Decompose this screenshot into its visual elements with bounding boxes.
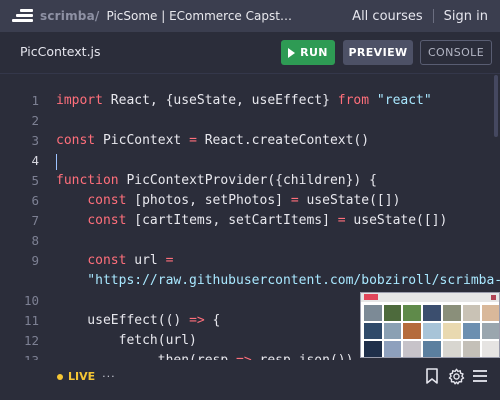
gear-icon[interactable] — [446, 366, 466, 386]
file-toolbar: PicContext.js RUN PREVIEW CONSOLE — [0, 32, 500, 74]
line-number: 12 — [23, 333, 39, 348]
line-number: 11 — [23, 313, 39, 328]
bottom-bar: LIVE ··· — [0, 360, 500, 400]
photo-grid — [364, 305, 499, 357]
editor-scrollbar[interactable] — [494, 75, 498, 137]
line-number: 1 — [31, 93, 39, 108]
brand-name: scrimba/ — [40, 9, 100, 23]
sign-in-link[interactable]: Sign in — [444, 9, 488, 24]
nav-divider — [432, 9, 434, 23]
line-number-active: 4 — [31, 153, 39, 168]
line-number: 5 — [31, 173, 39, 188]
line-number: 3 — [31, 133, 39, 148]
code-line: function PicContextProvider({children}) … — [56, 173, 377, 188]
code-line: const url = — [87, 253, 174, 268]
live-label: LIVE — [68, 370, 96, 383]
line-number: 7 — [31, 213, 39, 228]
play-icon — [288, 47, 296, 58]
line-number: 2 — [31, 113, 39, 128]
more-options[interactable]: ··· — [102, 370, 116, 383]
scrimba-logo-icon — [12, 8, 34, 24]
live-dot-icon — [57, 373, 63, 380]
code-line: const [photos, setPhotos] = useState([]) — [87, 193, 401, 208]
line-number: 10 — [23, 293, 39, 308]
console-button[interactable]: CONSOLE — [420, 40, 492, 65]
console-label: CONSOLE — [427, 46, 485, 59]
preview-thumbnail[interactable] — [360, 292, 500, 358]
code-line: fetch(url) — [56, 333, 197, 348]
thumbnail-header — [361, 293, 499, 302]
cart-icon — [491, 295, 496, 300]
preview-button[interactable]: PREVIEW — [343, 40, 413, 65]
code-line: useEffect(() => { — [56, 313, 221, 328]
line-number: 6 — [31, 193, 39, 208]
thumbnail-logo — [364, 294, 378, 300]
code-line: const PicContext = React.createContext() — [56, 133, 370, 148]
course-title[interactable]: PicSome | ECommerce Capsto... — [106, 9, 296, 23]
code-line: import React, {useState, useEffect} from… — [56, 93, 432, 108]
menu-icon[interactable] — [470, 366, 490, 386]
code-line: "https://raw.githubusercontent.com/bobzi… — [56, 273, 500, 288]
bookmark-icon[interactable] — [422, 366, 442, 386]
code-line: const [cartItems, setCartItems] = useSta… — [87, 213, 448, 228]
scrimba-logo[interactable]: scrimba/ — [12, 8, 99, 24]
line-number: 9 — [31, 253, 39, 268]
all-courses-link[interactable]: All courses — [352, 9, 422, 24]
run-button[interactable]: RUN — [281, 40, 335, 65]
file-name[interactable]: PicContext.js — [20, 44, 101, 59]
run-label: RUN — [300, 46, 328, 59]
text-cursor — [56, 154, 57, 170]
preview-label: PREVIEW — [348, 46, 408, 59]
live-status[interactable]: LIVE ··· — [57, 370, 116, 383]
top-nav: scrimba/ PicSome | ECommerce Capsto... A… — [0, 0, 500, 32]
line-number: 8 — [31, 233, 39, 248]
